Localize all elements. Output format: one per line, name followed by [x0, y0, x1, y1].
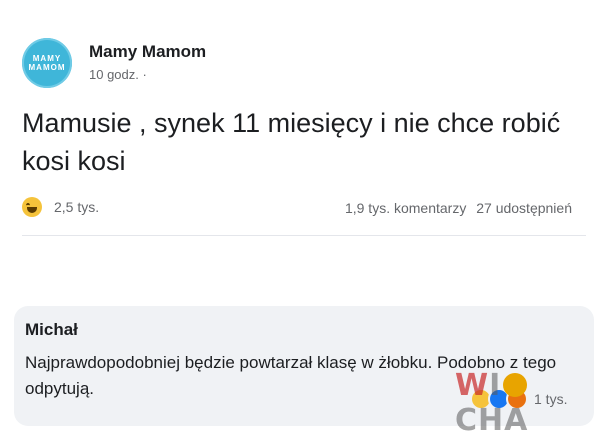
reaction-count: 2,5 tys.	[54, 199, 100, 215]
reaction-summary[interactable]: 2,5 tys.	[22, 197, 99, 217]
post-card: MAMY MAMOM Mamy Mamom 10 godz. · Mamusie…	[0, 0, 598, 250]
watermark-letter-i: I	[489, 368, 502, 403]
watermark-letters: CHA	[455, 403, 529, 438]
avatar-text-bottom: MAMOM	[28, 63, 66, 72]
post-author[interactable]: Mamy Mamom	[89, 42, 206, 62]
comments-count[interactable]: 1,9 tys. komentarzy	[345, 200, 466, 216]
shares-count[interactable]: 27 udostępnień	[476, 200, 572, 216]
post-stats: 1,9 tys. komentarzy 27 udostępnień	[339, 200, 572, 216]
watermark-o-icon	[503, 373, 528, 397]
watermark-logo: WICHA	[455, 368, 598, 438]
avatar-text-top: MAMY	[32, 54, 62, 63]
spacer	[0, 250, 598, 300]
post-time[interactable]: 10 godz. ·	[89, 67, 147, 82]
post-text: Mamusie , synek 11 miesięcy i nie chce r…	[22, 108, 561, 176]
divider	[22, 235, 586, 236]
haha-emoji-icon	[22, 197, 42, 217]
watermark-letter-w: W	[455, 368, 490, 403]
comment-author[interactable]: Michał	[25, 320, 78, 340]
page-avatar[interactable]: MAMY MAMOM	[22, 38, 72, 88]
